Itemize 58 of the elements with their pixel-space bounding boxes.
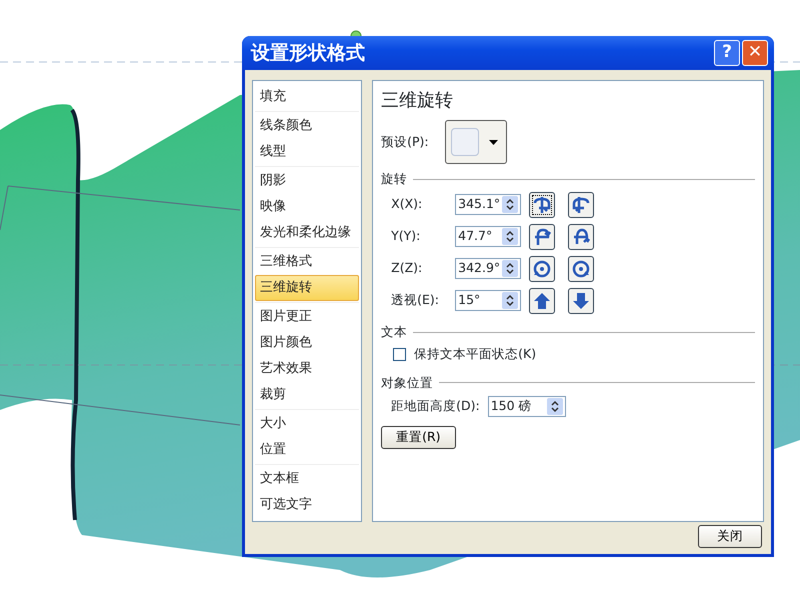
up-down-arrows-icon — [505, 294, 516, 308]
section-heading: 文本 — [381, 322, 408, 341]
close-button[interactable]: ✕ — [742, 40, 768, 66]
sidebar-item[interactable]: 图片更正 — [255, 304, 360, 330]
rotation-button[interactable] — [568, 288, 594, 314]
field-label: 透视(E): — [391, 291, 440, 310]
sidebar-item[interactable]: 大小 — [255, 411, 360, 437]
up-down-arrows-icon — [505, 198, 516, 212]
rotation-button[interactable] — [529, 288, 556, 314]
sidebar-item[interactable]: 图片颜色 — [255, 330, 360, 356]
field-label: X(X): — [391, 195, 424, 214]
sidebar-item[interactable]: 填充 — [255, 84, 360, 110]
caret-icon — [488, 140, 498, 144]
spin-button[interactable] — [502, 260, 518, 278]
spin-field[interactable]: 345.1° — [455, 194, 522, 216]
spin-button[interactable] — [502, 292, 518, 310]
rotation-button[interactable] — [568, 256, 594, 282]
field-label: 距地面高度(D): — [391, 396, 480, 415]
reset-button[interactable]: 重置(R) — [381, 426, 456, 449]
preset-label: 预设(P): — [381, 132, 429, 151]
field-label: Y(Y): — [391, 227, 422, 246]
sidebar-item[interactable]: 三维格式 — [255, 249, 360, 275]
checkbox[interactable] — [393, 348, 406, 361]
sidebar-item[interactable]: 艺术效果 — [255, 356, 360, 382]
rotation-button[interactable] — [568, 224, 594, 250]
spin-button[interactable] — [502, 196, 518, 214]
help-button[interactable]: ? — [714, 40, 740, 66]
field-label: Z(Z): — [391, 259, 424, 278]
close-button[interactable]: 关闭 — [698, 525, 762, 548]
panel-title: 三维旋转 — [381, 89, 454, 113]
spin-button[interactable] — [502, 228, 518, 246]
sidebar-item[interactable]: 线条颜色 — [255, 113, 360, 139]
up-down-arrows-icon — [505, 262, 516, 276]
sidebar-item[interactable]: 位置 — [255, 437, 360, 463]
rotation-button[interactable] — [568, 192, 594, 218]
rotation-button[interactable] — [529, 224, 556, 250]
sidebar-item[interactable]: 三维旋转 — [255, 275, 360, 301]
up-down-arrows-icon — [550, 400, 560, 413]
spin-field[interactable]: 150 磅 — [488, 396, 566, 417]
spin-field[interactable]: 47.7° — [455, 226, 522, 248]
rotation-button[interactable] — [529, 256, 556, 282]
preset-dropdown[interactable] — [444, 120, 507, 164]
spin-field[interactable]: 15° — [455, 290, 522, 312]
sidebar-item[interactable]: 可选文字 — [255, 492, 360, 518]
section-heading: 对象位置 — [381, 374, 434, 392]
sidebar-item[interactable]: 裁剪 — [255, 382, 360, 408]
spin-button[interactable] — [546, 398, 563, 415]
window-title: 设置形状格式 — [251, 40, 366, 66]
sidebar-item[interactable]: 发光和柔化边缘 — [255, 220, 360, 246]
rotation-button[interactable] — [529, 192, 556, 218]
section-heading: 旋转 — [381, 170, 408, 188]
sidebar-item[interactable]: 线型 — [255, 139, 360, 165]
up-down-arrows-icon — [505, 230, 516, 244]
checkbox-label: 保持文本平面状态(K) — [414, 345, 536, 364]
sidebar-item[interactable]: 阴影 — [255, 168, 360, 194]
spin-field[interactable]: 342.9° — [455, 258, 522, 280]
sidebar-item[interactable]: 映像 — [255, 194, 360, 220]
sidebar-item[interactable]: 文本框 — [255, 466, 360, 492]
